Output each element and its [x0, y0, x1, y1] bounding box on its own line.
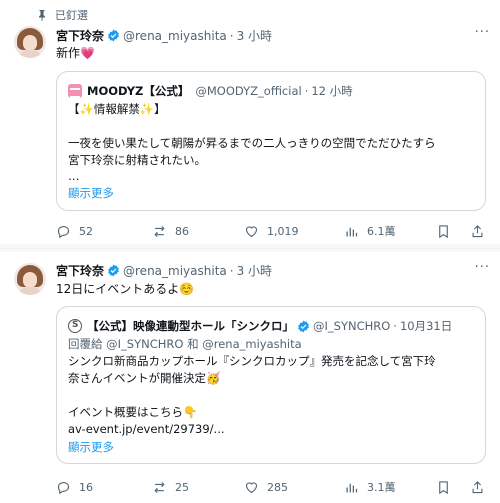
- author-handle[interactable]: @rena_miyashita: [123, 29, 227, 43]
- reply-button[interactable]: 16: [56, 477, 93, 497]
- pinned-indicator: 已釘選: [36, 7, 88, 23]
- verified-badge-icon: [298, 320, 309, 332]
- pinned-label: 已釘選: [55, 9, 88, 22]
- quote-line: 宮下玲奈に射精されたい。: [68, 153, 206, 167]
- like-count: 1,019: [267, 224, 299, 238]
- views-count: 3.1萬: [367, 481, 396, 494]
- quote-author-handle[interactable]: @I_SYNCHRO: [313, 319, 390, 333]
- timestamp[interactable]: 3 小時: [237, 27, 272, 44]
- repost-icon: [154, 225, 165, 237]
- reply-button[interactable]: 52: [56, 221, 93, 241]
- bookmark-button[interactable]: [436, 221, 459, 241]
- bookmark-button[interactable]: [436, 477, 459, 497]
- reply-count: 52: [79, 224, 93, 238]
- share-icon: [472, 224, 483, 237]
- tweet-header: 宮下玲奈 @rena_miyashita · 3 小時: [56, 27, 273, 44]
- quoted-tweet[interactable]: 【公式】映像連動型ホール「シンクロ」 @I_SYNCHRO · 10月31日 回…: [56, 306, 486, 464]
- reply-icon: [57, 225, 70, 238]
- verified-badge-icon: [108, 264, 119, 277]
- quote-author-name[interactable]: 【公式】映像連動型ホール「シンクロ」: [87, 318, 294, 334]
- quote-timestamp[interactable]: 12 小時: [311, 83, 352, 99]
- share-button[interactable]: [470, 221, 493, 241]
- reply-count: 16: [79, 480, 93, 494]
- author-name[interactable]: 宮下玲奈: [56, 27, 104, 44]
- views-button[interactable]: 6.1萬: [344, 221, 396, 241]
- views-icon: [346, 483, 358, 492]
- quote-line: 一夜を使い果たして朝陽が昇るまでの二人っきりの空間でただひたすら: [68, 136, 436, 150]
- moodyz-logo-icon: [68, 84, 82, 98]
- quote-line: 奈さんイベントが開催決定🥳: [68, 371, 221, 385]
- avatar[interactable]: [14, 263, 46, 295]
- quote-header: 【公式】映像連動型ホール「シンクロ」 @I_SYNCHRO · 10月31日: [68, 318, 452, 334]
- repost-count: 86: [175, 224, 189, 238]
- quote-author-handle[interactable]: @MOODYZ_official: [195, 84, 301, 98]
- reply-context: 回覆給 @I_SYNCHRO 和 @rena_miyashita: [68, 337, 302, 351]
- heart-icon: [245, 481, 258, 493]
- like-button[interactable]: 285: [244, 477, 288, 497]
- like-count: 285: [267, 480, 288, 494]
- quote-line: シンクロ新商品カップホール『シンクロカップ』発売を記念して宮下玲: [68, 354, 436, 368]
- verified-badge-icon: [108, 29, 119, 42]
- heart-emoji: 💗: [80, 46, 95, 60]
- quote-link[interactable]: av-event.jp/event/29739/...: [68, 421, 225, 438]
- more-options-icon[interactable]: ···: [475, 260, 490, 275]
- bookmark-icon: [439, 480, 448, 494]
- action-bar: 16 25 285 3.1萬: [56, 477, 492, 497]
- views-icon: [346, 227, 358, 236]
- quote-timestamp[interactable]: 10月31日: [400, 318, 452, 334]
- tweet-header: 宮下玲奈 @rena_miyashita · 3 小時: [56, 262, 273, 279]
- tweet-1[interactable]: 已釘選 宮下玲奈 @rena_miyashita · 3 小時 ··· 新作💗 …: [0, 0, 500, 248]
- quote-header: MOODYZ【公式】 @MOODYZ_official · 12 小時: [68, 83, 353, 99]
- views-count: 6.1萬: [367, 225, 396, 238]
- quote-line: …: [68, 169, 80, 183]
- tweet-text: 12日にイベントあるよ☺️: [56, 282, 195, 296]
- like-button[interactable]: 1,019: [244, 221, 299, 241]
- quote-line: イベント概要はこちら👇: [68, 405, 198, 419]
- tweet-text-body: 新作: [56, 46, 81, 60]
- tweet-2[interactable]: 宮下玲奈 @rena_miyashita · 3 小時 ··· 12日にイベント…: [0, 248, 500, 503]
- bookmark-icon: [439, 224, 448, 238]
- timestamp[interactable]: 3 小時: [237, 262, 272, 279]
- action-bar: 52 86 1,019 6.1萬: [56, 221, 492, 241]
- quote-line: 【✨情報解禁✨】: [68, 102, 166, 116]
- views-button[interactable]: 3.1萬: [344, 477, 396, 497]
- show-more-link[interactable]: 顯示更多: [68, 185, 114, 201]
- more-options-icon[interactable]: ···: [475, 25, 490, 40]
- quote-author-name[interactable]: MOODYZ【公式】: [87, 83, 189, 99]
- avatar[interactable]: [14, 26, 46, 58]
- tweet-text: 新作💗: [56, 44, 95, 61]
- heart-icon: [245, 225, 258, 237]
- reply-icon: [57, 481, 70, 494]
- author-name[interactable]: 宮下玲奈: [56, 262, 104, 279]
- show-more-link[interactable]: 顯示更多: [68, 439, 114, 455]
- quoted-tweet[interactable]: MOODYZ【公式】 @MOODYZ_official · 12 小時 【✨情報…: [56, 71, 486, 211]
- repost-button[interactable]: 25: [152, 477, 189, 497]
- synchro-logo-icon: [68, 319, 82, 333]
- share-icon: [472, 480, 483, 493]
- repost-button[interactable]: 86: [152, 221, 189, 241]
- pin-icon: [39, 10, 45, 21]
- author-handle[interactable]: @rena_miyashita: [123, 264, 227, 278]
- repost-icon: [154, 481, 165, 493]
- share-button[interactable]: [470, 477, 493, 497]
- repost-count: 25: [175, 480, 189, 494]
